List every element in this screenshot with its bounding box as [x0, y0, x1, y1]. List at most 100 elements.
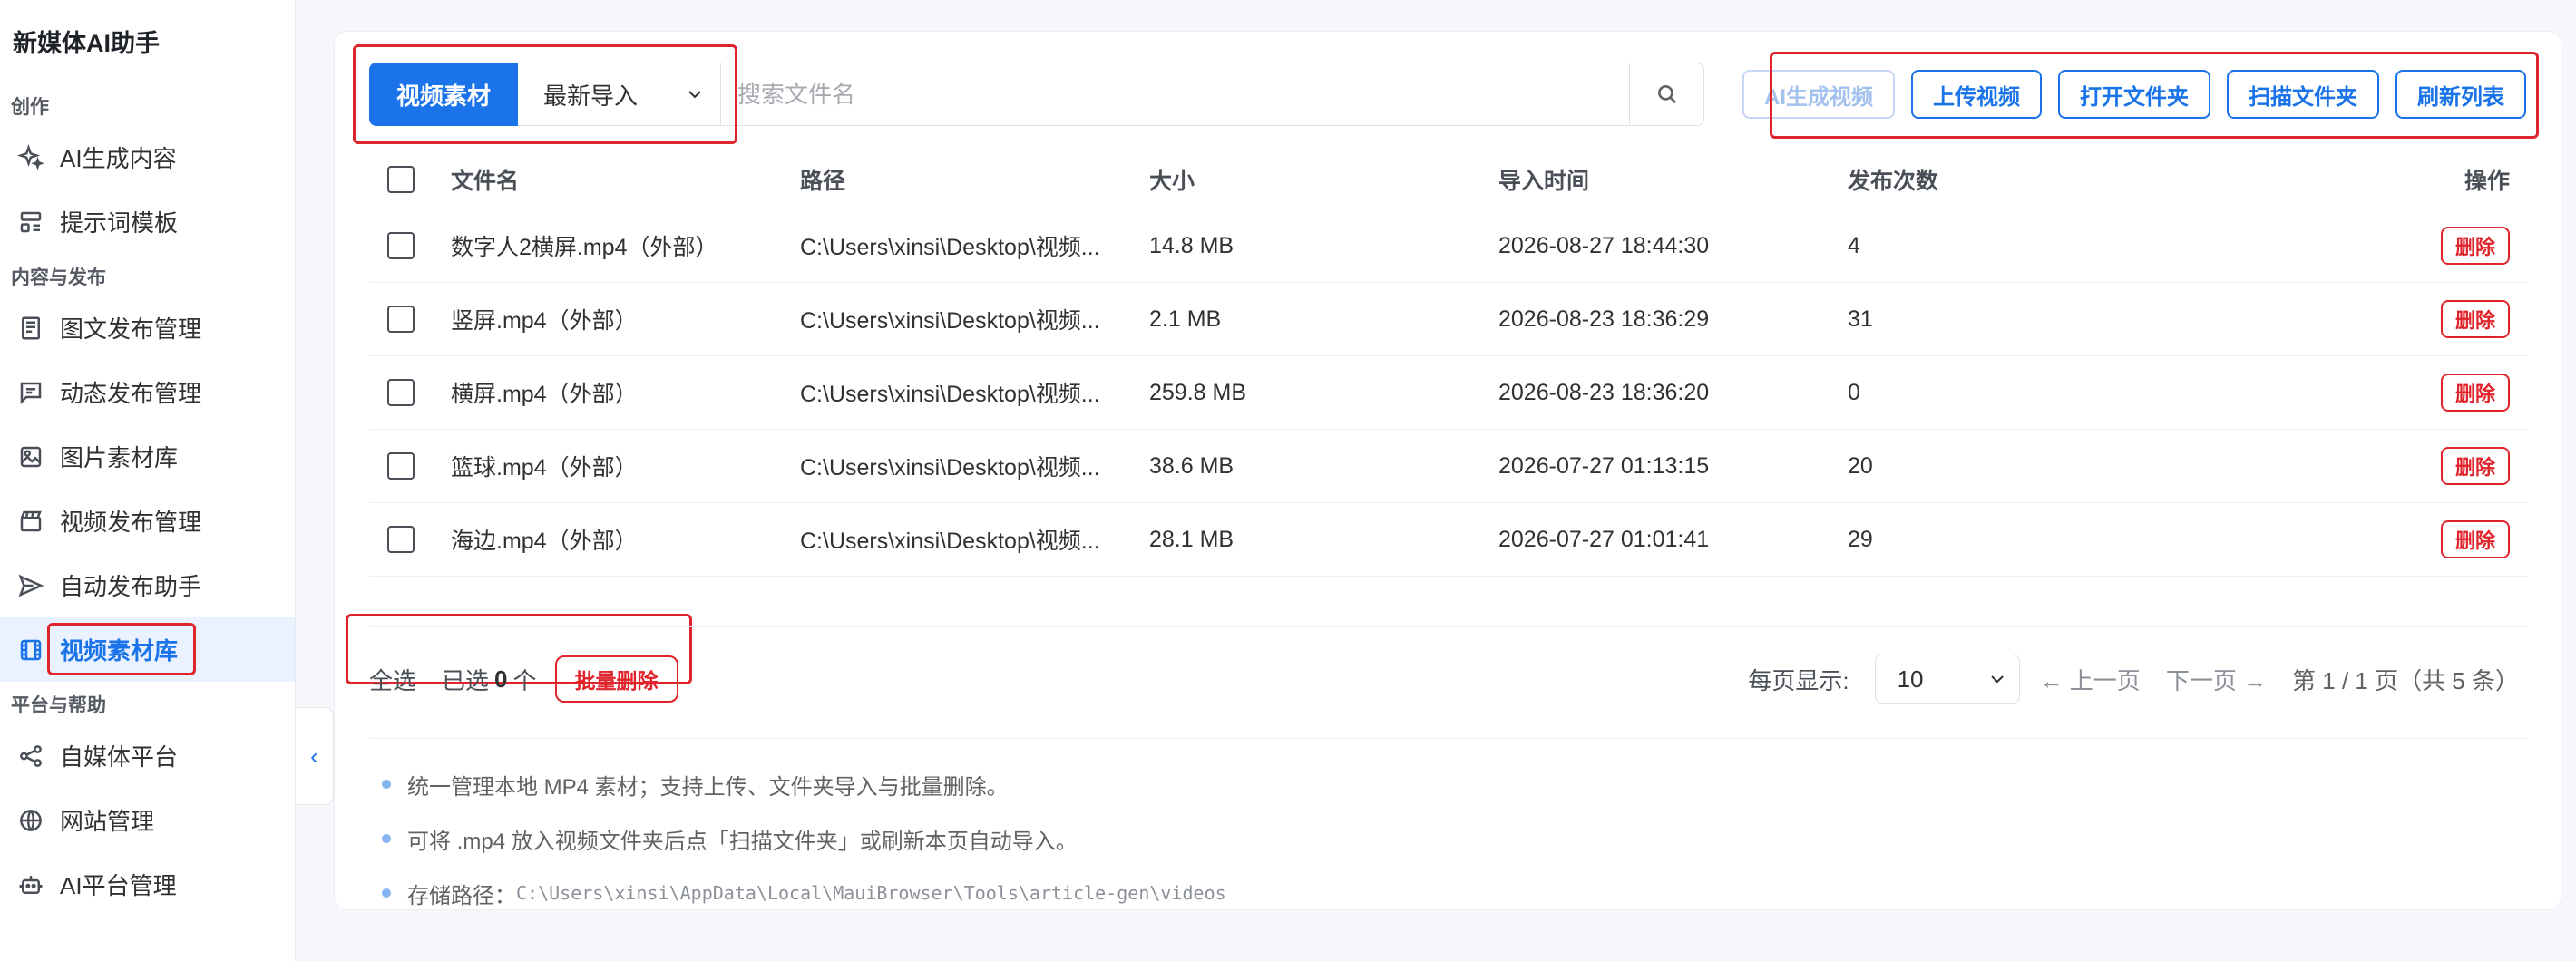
column-header-size: 大小 [1149, 168, 1195, 194]
row-checkbox[interactable] [387, 379, 415, 406]
sidebar-item-article-publish[interactable]: 图文发布管理 [0, 296, 295, 360]
sidebar-item-ai-platform[interactable]: AI平台管理 [0, 852, 295, 917]
delete-button[interactable]: 删除 [2440, 447, 2510, 485]
file-name: 篮球.mp4（外部） [451, 455, 638, 480]
chevron-down-icon [1990, 675, 2004, 684]
delete-button[interactable]: 删除 [2440, 300, 2510, 338]
file-name: 数字人2横屏.mp4（外部） [451, 235, 718, 260]
search-icon [1657, 85, 1676, 104]
app-title: 新媒体AI助手 [0, 0, 295, 83]
import-time: 2026-07-27 01:01:41 [1498, 526, 1710, 552]
sidebar-item-video-publish[interactable]: 视频发布管理 [0, 489, 295, 553]
sidebar-item-video-library[interactable]: 视频素材库 [0, 617, 295, 682]
video-library-card: 视频素材 最新导入 AI生成视频 上传视频 打开文件夹 扫描文件夹 刷新列表 文… [334, 31, 2561, 910]
file-size: 259.8 MB [1149, 379, 1247, 405]
prev-page-button[interactable]: ← 上一页 [2040, 663, 2141, 696]
sidebar-item-label: AI生成内容 [60, 145, 177, 172]
sidebar-item-label: 自媒体平台 [60, 743, 179, 771]
bullet-dot [382, 888, 391, 898]
row-checkbox[interactable] [387, 526, 415, 553]
publish-count: 4 [1848, 232, 1860, 258]
search-button[interactable] [1629, 63, 1703, 125]
sidebar-item-ai-content[interactable]: AI生成内容 [0, 125, 295, 189]
scan-folder-button[interactable]: 扫描文件夹 [2227, 70, 2379, 119]
per-page-select[interactable]: 10 [1874, 655, 2020, 704]
table-header: 文件名 路径 大小 导入时间 发布次数 操作 [369, 150, 2528, 209]
file-name: 竖屏.mp4（外部） [451, 308, 638, 334]
file-path: C:\Users\xinsi\Desktop\视频... [800, 308, 1100, 334]
help-notes: 统一管理本地 MP4 素材；支持上传、文件夹导入与批量删除。 可将 .mp4 放… [369, 757, 1226, 920]
send-icon [16, 571, 45, 600]
help-note: 可将 .mp4 放入视频文件夹后点「扫描文件夹」或刷新本页自动导入。 [369, 811, 1226, 866]
bulk-actions: 全选 已选 0 个 批量删除 [369, 653, 678, 705]
video-material-tab[interactable]: 视频素材 [369, 63, 518, 126]
file-name: 横屏.mp4（外部） [451, 382, 638, 407]
help-note: 存储路径： C:\Users\xinsi\AppData\Local\MauiB… [369, 866, 1226, 920]
sidebar-item-site-management[interactable]: 网站管理 [0, 788, 295, 852]
file-size: 14.8 MB [1149, 232, 1234, 258]
column-header-import-time: 导入时间 [1498, 168, 1590, 194]
sidebar-collapse-button[interactable]: ‹ [296, 707, 334, 805]
globe-icon [16, 806, 45, 835]
import-time: 2026-08-27 18:44:30 [1498, 232, 1710, 258]
file-path: C:\Users\xinsi\Desktop\视频... [800, 235, 1100, 260]
row-checkbox[interactable] [387, 452, 415, 480]
column-header-path: 路径 [800, 168, 846, 194]
publish-count: 29 [1848, 526, 1873, 552]
sidebar-item-image-library[interactable]: 图片素材库 [0, 424, 295, 489]
article-icon [16, 314, 45, 343]
storage-path: C:\Users\xinsi\AppData\Local\MauiBrowser… [516, 882, 1226, 904]
select-all-checkbox[interactable] [387, 165, 415, 193]
help-note-text: 统一管理本地 MP4 素材；支持上传、文件夹导入与批量删除。 [407, 774, 1009, 800]
sidebar-item-moments-publish[interactable]: 动态发布管理 [0, 360, 295, 424]
clapperboard-icon [16, 507, 45, 536]
sidebar-item-label: 图文发布管理 [60, 315, 202, 343]
sidebar-item-prompt-templates[interactable]: 提示词模板 [0, 189, 295, 254]
ai-generate-video-button[interactable]: AI生成视频 [1742, 70, 1895, 119]
image-icon [16, 442, 45, 471]
section-title-create: 创作 [11, 97, 49, 118]
message-icon [16, 378, 45, 407]
sidebar-item-label: AI平台管理 [60, 872, 177, 899]
per-page-value: 10 [1897, 665, 1924, 693]
help-note: 统一管理本地 MP4 素材；支持上传、文件夹导入与批量删除。 [369, 757, 1226, 811]
sidebar-item-label: 网站管理 [60, 808, 155, 835]
table-row: 竖屏.mp4（外部） C:\Users\xinsi\Desktop\视频... … [369, 283, 2528, 356]
refresh-list-button[interactable]: 刷新列表 [2395, 70, 2526, 119]
per-page-label: 每页显示: [1748, 666, 1849, 694]
share-icon [16, 742, 45, 771]
next-page-button[interactable]: 下一页 → [2166, 663, 2267, 696]
section-title-publish: 内容与发布 [11, 267, 106, 288]
delete-button[interactable]: 删除 [2440, 374, 2510, 412]
file-path: C:\Users\xinsi\Desktop\视频... [800, 529, 1100, 554]
row-checkbox[interactable] [387, 232, 415, 259]
search-input[interactable] [721, 63, 1629, 125]
action-buttons: AI生成视频 上传视频 打开文件夹 扫描文件夹 刷新列表 [1742, 70, 2526, 119]
file-size: 28.1 MB [1149, 526, 1234, 552]
delete-button[interactable]: 删除 [2440, 227, 2510, 265]
open-folder-button[interactable]: 打开文件夹 [2058, 70, 2210, 119]
column-header-actions: 操作 [2464, 168, 2510, 194]
sort-select-value: 最新导入 [543, 82, 639, 110]
delete-button[interactable]: 删除 [2440, 520, 2510, 558]
row-checkbox[interactable] [387, 306, 415, 333]
section-title-platform: 平台与帮助 [11, 695, 106, 716]
table-row: 数字人2横屏.mp4（外部） C:\Users\xinsi\Desktop\视频… [369, 209, 2528, 283]
storage-path-label: 存储路径： [407, 883, 516, 908]
sparkle-icon [16, 143, 45, 172]
column-header-publish-count: 发布次数 [1848, 168, 1939, 194]
bullet-dot [382, 780, 391, 789]
sidebar-item-auto-publish[interactable]: 自动发布助手 [0, 553, 295, 617]
selected-suffix: 个 [512, 666, 537, 694]
upload-video-button[interactable]: 上传视频 [1911, 70, 2042, 119]
pagination: 每页显示: 10 ← 上一页 下一页 → 第 1 / 1 页（共 5 条） [1748, 653, 2519, 705]
sidebar-item-media-platform[interactable]: 自媒体平台 [0, 723, 295, 788]
toolbar: 视频素材 最新导入 AI生成视频 上传视频 打开文件夹 扫描文件夹 刷新列表 [369, 63, 2526, 126]
select-all-link[interactable]: 全选 [369, 663, 416, 696]
sort-select[interactable]: 最新导入 [518, 63, 721, 126]
sidebar-item-label: 提示词模板 [60, 209, 179, 237]
search-box [721, 63, 1704, 126]
file-path: C:\Users\xinsi\Desktop\视频... [800, 455, 1100, 480]
video-table: 文件名 路径 大小 导入时间 发布次数 操作 数字人2横屏.mp4（外部） C:… [369, 150, 2528, 577]
bulk-delete-button[interactable]: 批量删除 [554, 655, 678, 703]
